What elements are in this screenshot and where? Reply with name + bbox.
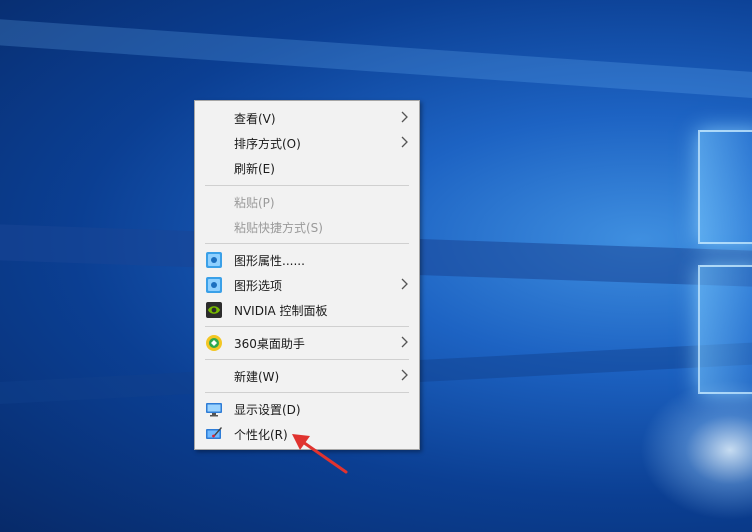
menu-item-graphics-options[interactable]: 图形选项 xyxy=(196,273,418,297)
chevron-right-icon xyxy=(401,111,408,123)
menu-item-nvidia-control-panel[interactable]: NVIDIA 控制面板 xyxy=(196,298,418,322)
menu-item-360-desktop-assistant[interactable]: 360桌面助手 xyxy=(196,331,418,355)
menu-item-paste-shortcut: 粘贴快捷方式(S) xyxy=(234,221,323,235)
chevron-right-icon xyxy=(401,336,408,348)
360-icon xyxy=(206,335,222,351)
menu-item-display-settings[interactable]: 显示设置(D) xyxy=(196,397,418,421)
personalize-icon xyxy=(206,427,222,439)
chevron-right-icon xyxy=(401,278,408,290)
menu-item-sort-by[interactable]: 排序方式(O) xyxy=(196,131,418,155)
light-glow xyxy=(640,380,752,520)
windows-logo-pane xyxy=(698,265,752,394)
intel-graphics-icon xyxy=(206,252,222,268)
windows-logo xyxy=(698,120,752,400)
desktop-context-menu: 查看(V) 排序方式(O) 刷新(E) 粘贴(P) 粘贴快捷方式(S) 图形属性… xyxy=(194,100,420,450)
menu-item-refresh[interactable]: 刷新(E) xyxy=(196,156,418,180)
menu-separator xyxy=(205,243,409,244)
menu-separator xyxy=(205,359,409,360)
windows-logo-pane xyxy=(698,130,752,244)
menu-separator xyxy=(205,392,409,393)
chevron-right-icon xyxy=(401,369,408,381)
display-icon xyxy=(206,403,222,417)
menu-item-paste: 粘贴(P) xyxy=(234,196,275,210)
light-beam xyxy=(0,16,752,106)
chevron-right-icon xyxy=(401,136,408,148)
annotation-arrow-icon xyxy=(292,434,348,474)
menu-item-new[interactable]: 新建(W) xyxy=(196,364,418,388)
intel-graphics-icon xyxy=(206,277,222,293)
menu-item-graphics-properties[interactable]: 图形属性...... xyxy=(196,248,418,272)
menu-separator xyxy=(205,185,409,186)
menu-item-view[interactable]: 查看(V) xyxy=(196,106,418,130)
nvidia-icon xyxy=(206,302,222,318)
menu-separator xyxy=(205,326,409,327)
